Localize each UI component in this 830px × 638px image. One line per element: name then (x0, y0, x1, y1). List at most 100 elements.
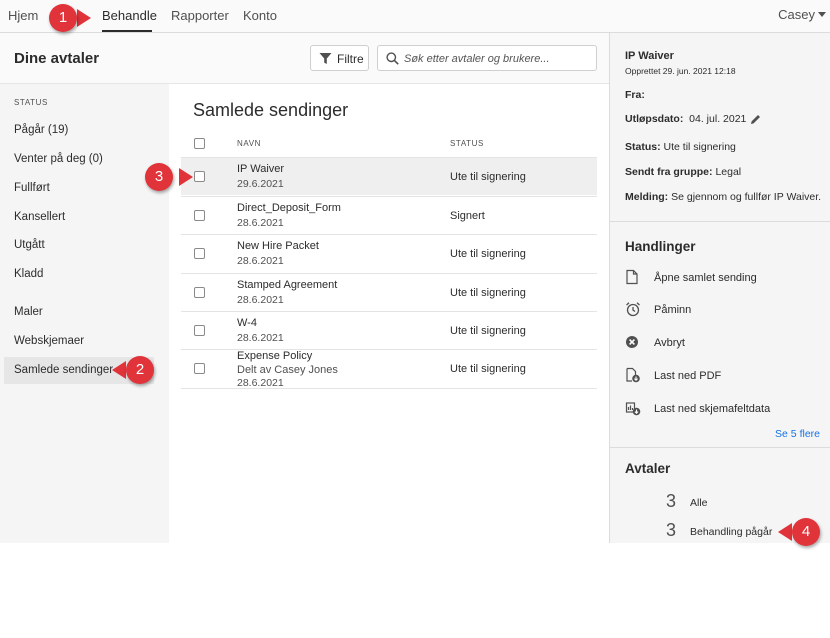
bulk-sends-list: Samlede sendinger NAVN STATUS IP Waiver … (169, 84, 609, 543)
callout-pointer (77, 9, 91, 27)
sidebar-item-fullfort[interactable]: Fullført (14, 182, 50, 194)
search-box[interactable] (377, 45, 597, 71)
agreement-status: Ute til signering (450, 248, 526, 260)
expiry-value: 04. jul. 2021 (689, 113, 747, 125)
sidebar-item-kansellert[interactable]: Kansellert (14, 211, 65, 223)
message-label: Melding: (625, 191, 669, 203)
select-all-checkbox[interactable] (194, 138, 205, 149)
sidebar-item-utgatt[interactable]: Utgått (14, 239, 45, 251)
action-label: Åpne samlet sending (654, 272, 757, 284)
row-checkbox[interactable] (194, 248, 205, 259)
action-label: Last ned skjemafeltdata (654, 403, 771, 415)
agreement-date: 29.6.2021 (237, 178, 284, 190)
actions-heading: Handlinger (625, 239, 696, 254)
callout-number: 3 (145, 163, 173, 191)
tab-hjem[interactable]: Hjem (8, 8, 38, 23)
user-menu[interactable]: Casey (778, 7, 826, 22)
cancel-action[interactable]: Avbryt (625, 334, 825, 354)
status-field: Status: Ute til signering (625, 141, 736, 153)
page-title: Dine avtaler (14, 50, 100, 67)
count-all[interactable]: 3 Alle (666, 491, 826, 511)
row-checkbox[interactable] (194, 171, 205, 182)
table-row[interactable]: W-4 28.6.2021 Ute til signering (181, 311, 597, 349)
tab-konto[interactable]: Konto (243, 8, 277, 23)
active-tab-indicator (102, 30, 152, 32)
status-heading: STATUS (14, 98, 48, 107)
agreement-shared-by: Delt av Casey Jones (237, 364, 338, 376)
sidebar-item-kladd[interactable]: Kladd (14, 268, 43, 280)
download-form-data-action[interactable]: Last ned skjemafeltdata (625, 400, 825, 420)
status-label: Status: (625, 141, 661, 153)
row-checkbox[interactable] (194, 363, 205, 374)
user-name: Casey (778, 7, 815, 22)
agreement-name: Stamped Agreement (237, 279, 338, 291)
expiry-field: Utløpsdato: 04. jul. 2021 (625, 113, 746, 125)
show-more-link[interactable]: Se 5 flere (775, 428, 820, 440)
from-field: Fra: (625, 89, 645, 101)
list-title: Samlede sendinger (193, 100, 349, 120)
agreement-date: 28.6.2021 (237, 332, 284, 344)
group-value: Legal (715, 166, 742, 178)
agreement-name: Expense Policy (237, 350, 313, 362)
pdf-download-icon (626, 367, 640, 383)
message-field: Melding: Se gjennom og fullfør IP Waiver… (625, 191, 821, 203)
chevron-down-icon (818, 12, 826, 17)
group-label: Sendt fra gruppe: (625, 166, 713, 178)
agreement-status: Ute til signering (450, 363, 526, 375)
table-row[interactable]: Direct_Deposit_Form 28.6.2021 Signert (181, 196, 597, 234)
tab-rapporter[interactable]: Rapporter (171, 8, 229, 23)
filter-icon (319, 53, 332, 64)
action-label: Påminn (654, 304, 692, 316)
table-row[interactable]: IP Waiver 29.6.2021 Ute til signering (181, 157, 597, 195)
row-checkbox[interactable] (194, 287, 205, 298)
download-pdf-action[interactable]: Last ned PDF (625, 367, 825, 387)
row-checkbox[interactable] (194, 325, 205, 336)
document-icon (626, 269, 638, 285)
row-checkbox[interactable] (194, 210, 205, 221)
action-label: Last ned PDF (654, 370, 722, 382)
agreement-name: IP Waiver (237, 163, 285, 175)
filter-button[interactable]: Filtre (310, 45, 369, 71)
agreement-status: Ute til signering (450, 325, 526, 337)
top-navigation: Hjem Behandle Rapporter Konto Casey (0, 0, 830, 33)
open-bulk-send-action[interactable]: Åpne samlet sending (625, 269, 825, 289)
agreements-header: Dine avtaler Filtre (0, 33, 609, 84)
remind-action[interactable]: Påminn (625, 301, 825, 321)
search-input[interactable] (404, 50, 592, 67)
sidebar-item-label: Samlede sendinger (14, 364, 114, 376)
sidebar-item-venter-pa-deg[interactable]: Venter på deg (0) (14, 153, 103, 165)
column-header-status[interactable]: STATUS (450, 139, 484, 148)
sidebar-item-webskjemaer[interactable]: Webskjemaer (14, 335, 84, 347)
cancel-circle-icon (626, 336, 638, 348)
agreement-status: Ute til signering (450, 287, 526, 299)
callout-number: 2 (126, 356, 154, 384)
created-timestamp: Opprettet 29. jun. 2021 12:18 (625, 66, 736, 76)
table-row[interactable]: New Hire Packet 28.6.2021 Ute til signer… (181, 234, 597, 272)
action-label: Avbryt (654, 337, 685, 349)
message-value: Se gjennom og fullfør IP Waiver. (671, 191, 822, 203)
form-data-download-icon (625, 402, 641, 416)
callout-number: 1 (49, 4, 77, 32)
divider (610, 221, 830, 222)
expiry-label: Utløpsdato: (625, 113, 684, 125)
callout-pointer (112, 361, 126, 379)
group-field: Sendt fra gruppe: Legal (625, 166, 741, 178)
sidebar-item-maler[interactable]: Maler (14, 306, 43, 318)
filter-label: Filtre (337, 52, 364, 66)
status-sidebar: STATUS Pågår (19) Venter på deg (0) Full… (0, 84, 169, 543)
column-header-name[interactable]: NAVN (237, 139, 261, 148)
selected-agreement-name: IP Waiver (625, 50, 674, 62)
table-row[interactable]: Stamped Agreement 28.6.2021 Ute til sign… (181, 273, 597, 311)
table-row[interactable]: Expense Policy Delt av Casey Jones 28.6.… (181, 349, 597, 389)
agreement-date: 28.6.2021 (237, 294, 284, 306)
status-value: Ute til signering (663, 141, 736, 153)
agreement-name: W-4 (237, 317, 257, 329)
divider (610, 447, 830, 448)
count-label: Behandling pågår (690, 526, 773, 538)
step-callout-3: 3 (145, 163, 193, 191)
tab-behandle[interactable]: Behandle (102, 8, 157, 23)
alarm-clock-icon (626, 302, 640, 317)
app-window: Hjem Behandle Rapporter Konto Casey Dine… (0, 0, 830, 543)
sidebar-item-pagar[interactable]: Pågår (19) (14, 124, 68, 136)
edit-pencil-icon[interactable] (749, 113, 762, 126)
